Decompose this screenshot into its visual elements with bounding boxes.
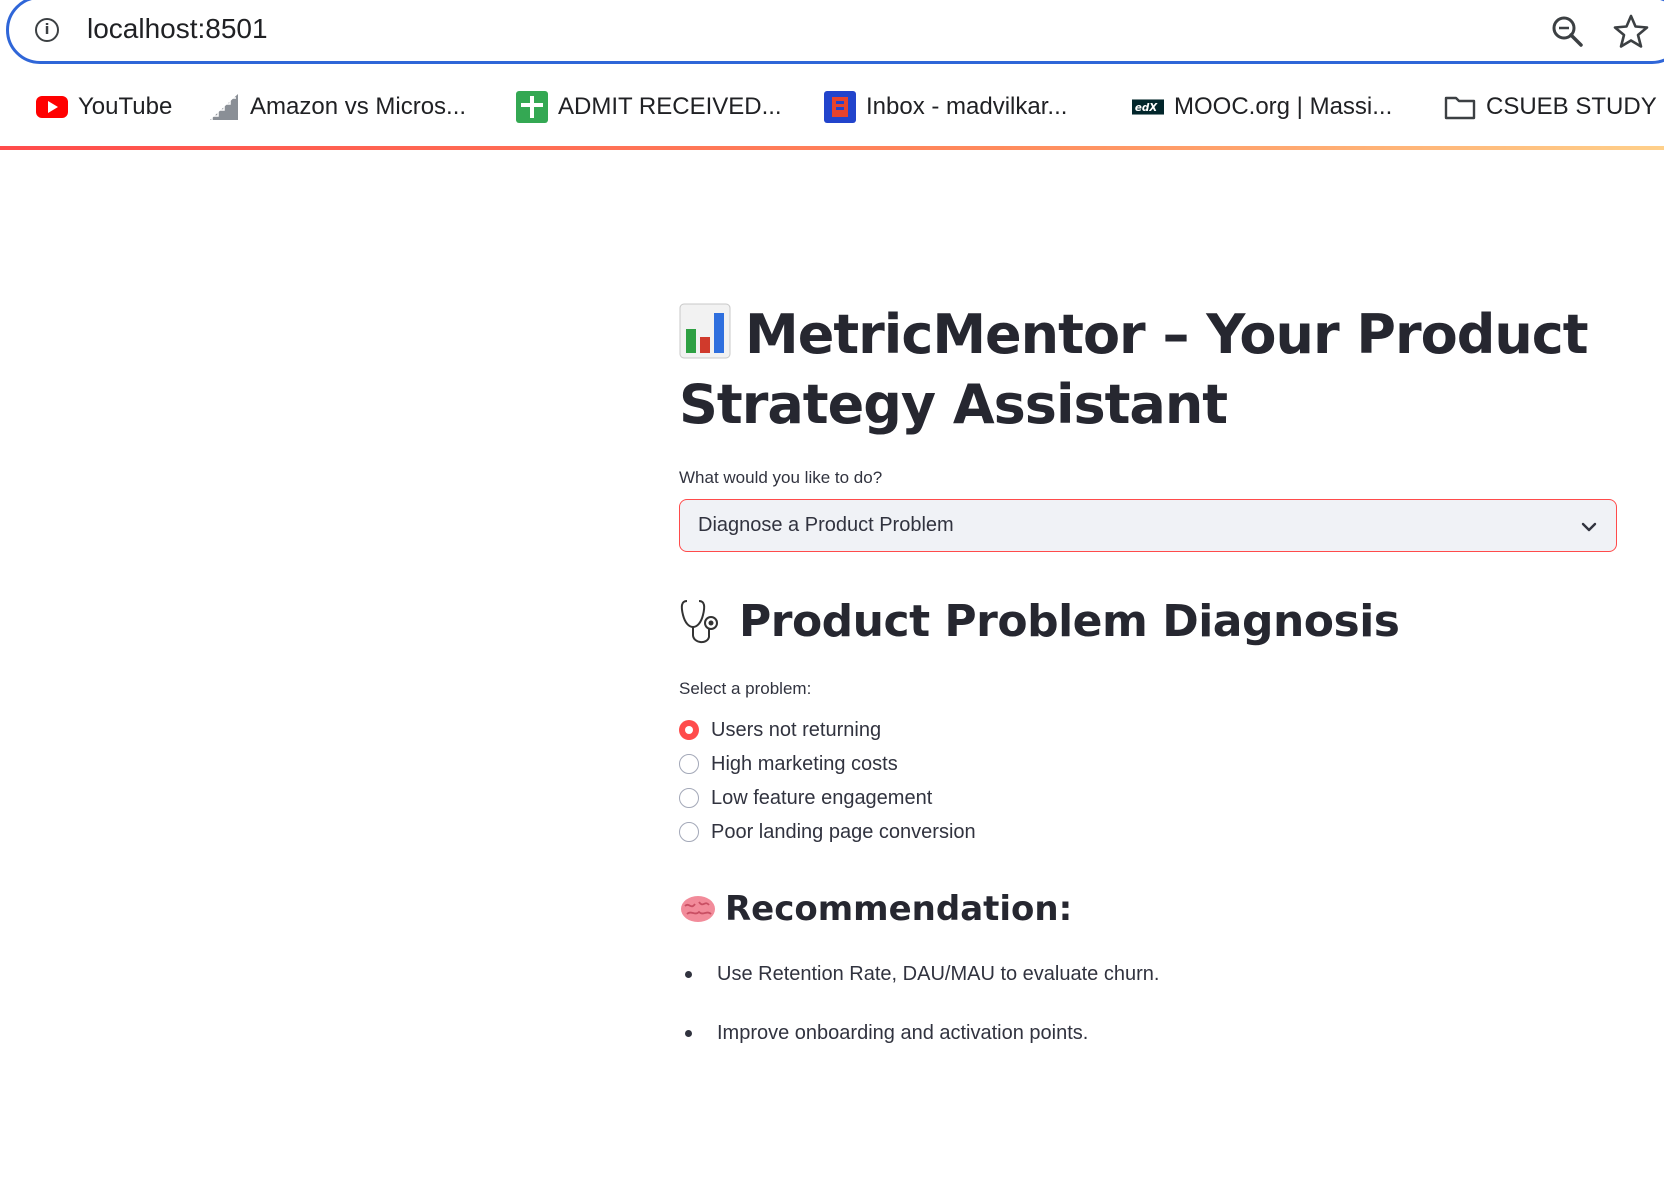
radio-option-poor-landing-page-conversion[interactable]: Poor landing page conversion [679,815,1617,849]
list-item: Improve onboarding and activation points… [679,1016,1617,1075]
radio-option-low-feature-engagement[interactable]: Low feature engagement [679,781,1617,815]
radio-option-label: High marketing costs [711,752,898,775]
bookmark-label: ADMIT RECEIVED... [558,93,782,120]
radio-option-label: Low feature engagement [711,786,933,809]
bookmark-mooc[interactable]: edX MOOC.org | Massi... [1132,82,1392,132]
bookmark-label: YouTube [78,93,173,120]
brain-emoji [681,896,715,922]
site-info-icon[interactable]: i [35,18,59,42]
app-header-decoration [0,146,1664,150]
bookmark-inbox[interactable]: Inbox - madvilkar... [824,82,1067,132]
stethoscope-emoji [680,599,718,643]
radio-button[interactable] [679,754,699,774]
recommendation-list: Use Retention Rate, DAU/MAU to evaluate … [679,957,1617,1075]
radio-button[interactable] [679,822,699,842]
edx-icon: edX [1132,91,1164,123]
staircase-icon [208,91,240,123]
plus-sheet-icon [516,91,548,123]
section-title: Product Problem Diagnosis [679,596,1617,647]
recommendation-heading-text: Recommendation: [725,889,1073,929]
list-item: Use Retention Rate, DAU/MAU to evaluate … [679,957,1617,1016]
page-title-text: MetricMentor – Your Product Strategy Ass… [679,303,1589,436]
svg-text:edX: edX [1135,102,1158,114]
select-label: What would you like to do? [679,468,883,487]
radio-button[interactable] [679,788,699,808]
bookmark-label: MOOC.org | Massi... [1174,93,1393,120]
url-text[interactable]: localhost:8501 [87,13,268,45]
mail-app-icon [824,91,856,123]
bookmark-label: Amazon vs Micros... [250,93,467,120]
select-value: Diagnose a Product Problem [698,514,954,536]
main-content: MetricMentor – Your Product Strategy Ass… [679,300,1617,1075]
youtube-icon [36,91,68,123]
bookmark-youtube[interactable]: YouTube [36,82,172,132]
radio-option-label: Poor landing page conversion [711,820,976,843]
chevron-down-icon [1581,522,1597,532]
page-title: MetricMentor – Your Product Strategy Ass… [679,300,1617,440]
zoom-icon[interactable] [1551,15,1585,49]
bookmark-folder-csueb[interactable]: CSUEB STUDY [1444,82,1657,132]
bookmark-amazon-vs-microsoft[interactable]: Amazon vs Micros... [208,82,466,132]
section-title-text: Product Problem Diagnosis [739,596,1400,647]
problem-radio-group: Users not returning High marketing costs… [679,713,1617,849]
radio-group-label: Select a problem: [679,679,812,698]
action-selectbox[interactable]: Diagnose a Product Problem [679,499,1617,552]
bookmark-star-icon[interactable] [1613,13,1649,49]
radio-button[interactable] [679,720,699,740]
radio-option-label: Users not returning [711,718,882,741]
folder-icon [1444,91,1476,123]
bookmarks-bar: YouTube Amazon vs Micros... ADMIT RECEIV… [0,82,1664,132]
bookmark-label: Inbox - madvilkar... [866,93,1068,120]
address-bar[interactable]: i localhost:8501 [6,0,1664,64]
radio-option-users-not-returning[interactable]: Users not returning [679,713,1617,747]
bookmark-admit-received[interactable]: ADMIT RECEIVED... [516,82,782,132]
bar-chart-emoji [679,303,731,359]
bookmark-label: CSUEB STUDY [1486,93,1657,120]
radio-option-high-marketing-costs[interactable]: High marketing costs [679,747,1617,781]
recommendation-heading: Recommendation: [679,889,1617,929]
